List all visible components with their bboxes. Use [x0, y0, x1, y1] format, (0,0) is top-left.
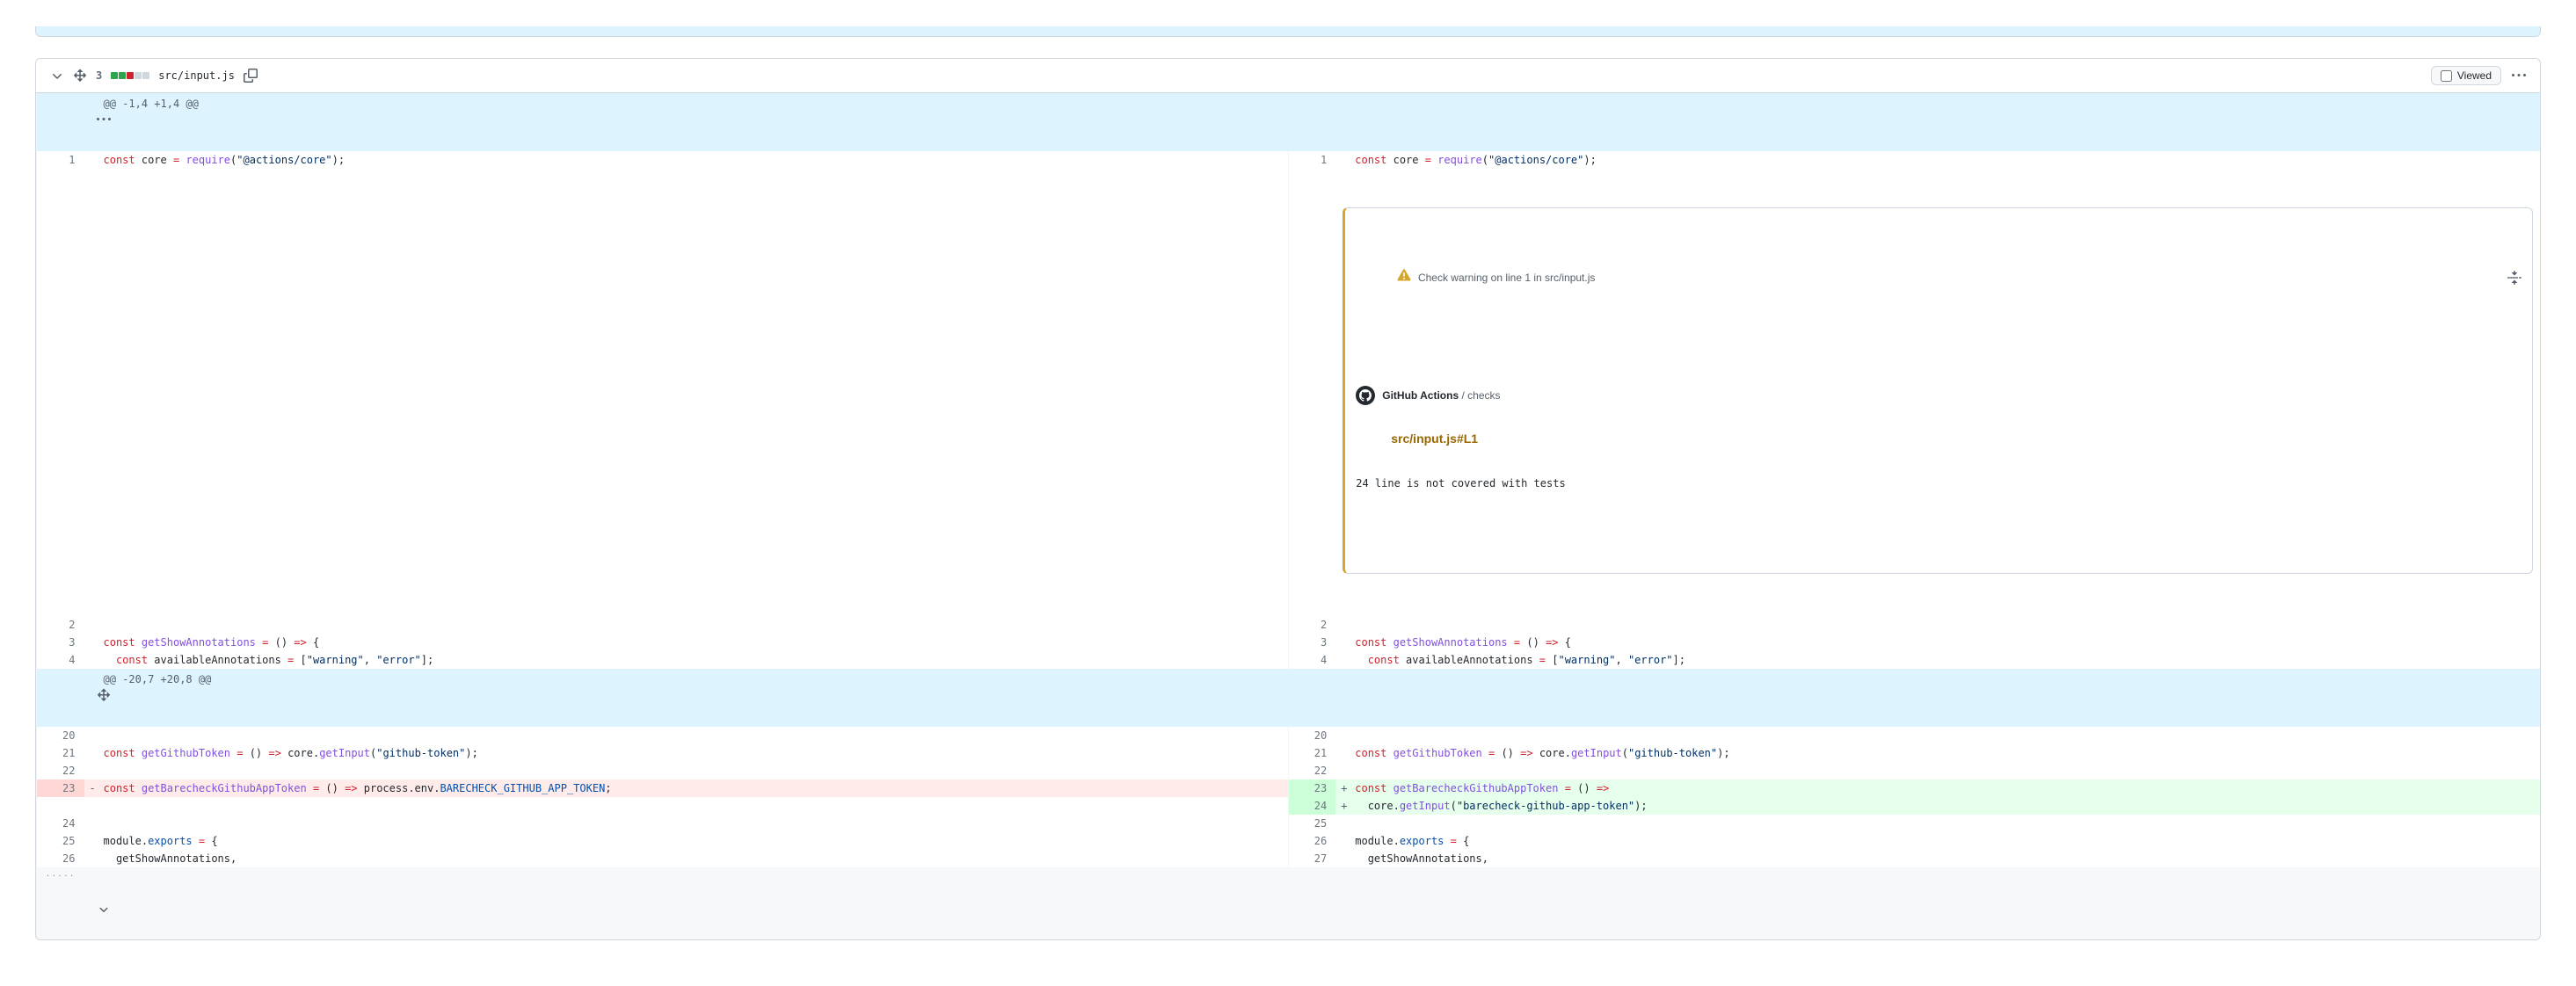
file-path[interactable]: src/input.js: [158, 69, 235, 82]
diff-row: 24 25: [37, 815, 2541, 832]
line-number-right[interactable]: 25: [1288, 815, 1335, 832]
viewed-toggle[interactable]: Viewed: [2431, 66, 2501, 85]
diff-row: 25 module.exports = { 26 module.exports …: [37, 832, 2541, 850]
hunk-text: @@ -20,7 +20,8 @@: [84, 669, 2541, 727]
code-right: const availableAnnotations = ["warning",…: [1335, 651, 2540, 669]
expand-down-row: [37, 885, 2541, 939]
code-left: module.exports = {: [84, 832, 1289, 850]
annotation-head-text: Check warning on line 1 in src/input.js: [1418, 269, 1595, 286]
line-number-left[interactable]: 3: [37, 634, 84, 651]
warning-icon: [1356, 250, 1411, 305]
line-number-right[interactable]: 1: [1288, 151, 1335, 169]
diff-file: 3 src/input.js Viewed: [35, 58, 2541, 940]
line-number-right[interactable]: 2: [1288, 616, 1335, 634]
code-right: [1335, 815, 2540, 832]
toggle-file-icon[interactable]: [50, 69, 64, 83]
line-number-left[interactable]: 22: [37, 762, 84, 779]
diff-row: 24 + core.getInput("barecheck-github-app…: [37, 797, 2541, 815]
previous-file-sliver: [35, 26, 2541, 37]
expand-hunk-icon[interactable]: [97, 112, 111, 127]
code-right: [1335, 727, 2540, 744]
diff-row: 3 const getShowAnnotations = () => { 3 c…: [37, 634, 2541, 651]
line-number-right[interactable]: 21: [1288, 744, 1335, 762]
diff-row: 21 const getGithubToken = () => core.get…: [37, 744, 2541, 762]
code-right: + core.getInput("barecheck-github-app-to…: [1335, 797, 2540, 815]
code-left: [84, 616, 1289, 634]
diff-row: 2 2: [37, 616, 2541, 634]
line-number-left[interactable]: 2: [37, 616, 84, 634]
annotation-source-name: GitHub Actions: [1382, 389, 1459, 402]
file-header: 3 src/input.js Viewed: [36, 59, 2540, 93]
code-right: const getShowAnnotations = () => {: [1335, 634, 2540, 651]
hunk-text: @@ -1,4 +1,4 @@: [84, 93, 2541, 151]
line-number-left[interactable]: 21: [37, 744, 84, 762]
diff-row: 22 22: [37, 762, 2541, 779]
diffstat: [111, 72, 149, 79]
annotation-message: 24 line is not covered with tests: [1356, 475, 2521, 492]
line-number-right[interactable]: 26: [1288, 832, 1335, 850]
line-number-left[interactable]: 24: [37, 815, 84, 832]
copy-path-icon[interactable]: [244, 69, 258, 83]
line-number-right[interactable]: 3: [1288, 634, 1335, 651]
code-left: const core = require("@actions/core");: [84, 151, 1289, 169]
code-right: [1335, 616, 2540, 634]
line-number-right[interactable]: 24: [1288, 797, 1335, 815]
code-right: [1335, 762, 2540, 779]
code-left: [84, 762, 1289, 779]
code-right: module.exports = {: [1335, 832, 2540, 850]
diff-table: @@ -1,4 +1,4 @@ 1 const core = require("…: [36, 93, 2540, 939]
line-number-left[interactable]: 20: [37, 727, 84, 744]
hunk-header: @@ -20,7 +20,8 @@: [37, 669, 2541, 727]
line-number-left[interactable]: 1: [37, 151, 84, 169]
code-left: [84, 797, 1289, 815]
diff-row: 23 -const getBarecheckGithubAppToken = (…: [37, 779, 2541, 797]
file-actions-menu-icon[interactable]: [2512, 69, 2526, 83]
line-number-left[interactable]: 25: [37, 832, 84, 850]
code-right: const getGithubToken = () => core.getInp…: [1335, 744, 2540, 762]
annotation-row: Check warning on line 1 in src/input.js …: [37, 169, 2541, 616]
change-count: 3: [96, 69, 102, 82]
line-number-right[interactable]: 22: [1288, 762, 1335, 779]
line-number-left: [37, 797, 84, 815]
code-left: const getShowAnnotations = () => {: [84, 634, 1289, 651]
expand-down-icon[interactable]: [97, 903, 111, 917]
code-left: getShowAnnotations,: [84, 850, 1289, 867]
annotation: Check warning on line 1 in src/input.js …: [1343, 207, 2533, 574]
expand-all-icon[interactable]: [73, 69, 87, 83]
line-number-right[interactable]: 20: [1288, 727, 1335, 744]
github-logo-icon: [1356, 386, 1375, 405]
code-right: getShowAnnotations,: [1335, 850, 2540, 867]
viewed-checkbox[interactable]: [2441, 70, 2452, 82]
line-number-left[interactable]: 26: [37, 850, 84, 867]
diff-row: 26 getShowAnnotations, 27 getShowAnnotat…: [37, 850, 2541, 867]
code-left: const availableAnnotations = ["warning",…: [84, 651, 1289, 669]
collapse-annotation-icon[interactable]: [2507, 271, 2521, 285]
code-right: +const getBarecheckGithubAppToken = () =…: [1335, 779, 2540, 797]
code-left: [84, 815, 1289, 832]
hunk-header: @@ -1,4 +1,4 @@: [37, 93, 2541, 151]
line-number-right[interactable]: 4: [1288, 651, 1335, 669]
expand-down-row: ·····: [37, 867, 2541, 885]
annotation-link[interactable]: src/input.js#L1: [1391, 431, 1478, 446]
diff-row: 4 const availableAnnotations = ["warning…: [37, 651, 2541, 669]
line-number-right[interactable]: 27: [1288, 850, 1335, 867]
line-number-right[interactable]: 23: [1288, 779, 1335, 797]
annotation-source-suffix: / checks: [1459, 389, 1500, 402]
diff-row: 20 20: [37, 727, 2541, 744]
line-number-left[interactable]: 4: [37, 651, 84, 669]
viewed-label: Viewed: [2457, 69, 2492, 82]
code-left: [84, 727, 1289, 744]
code-right: const core = require("@actions/core");: [1335, 151, 2540, 169]
line-number-left[interactable]: 23: [37, 779, 84, 797]
diff-row: 1 const core = require("@actions/core");…: [37, 151, 2541, 169]
code-left: const getGithubToken = () => core.getInp…: [84, 744, 1289, 762]
expand-hunk-icon[interactable]: [97, 688, 111, 702]
code-left: -const getBarecheckGithubAppToken = () =…: [84, 779, 1289, 797]
